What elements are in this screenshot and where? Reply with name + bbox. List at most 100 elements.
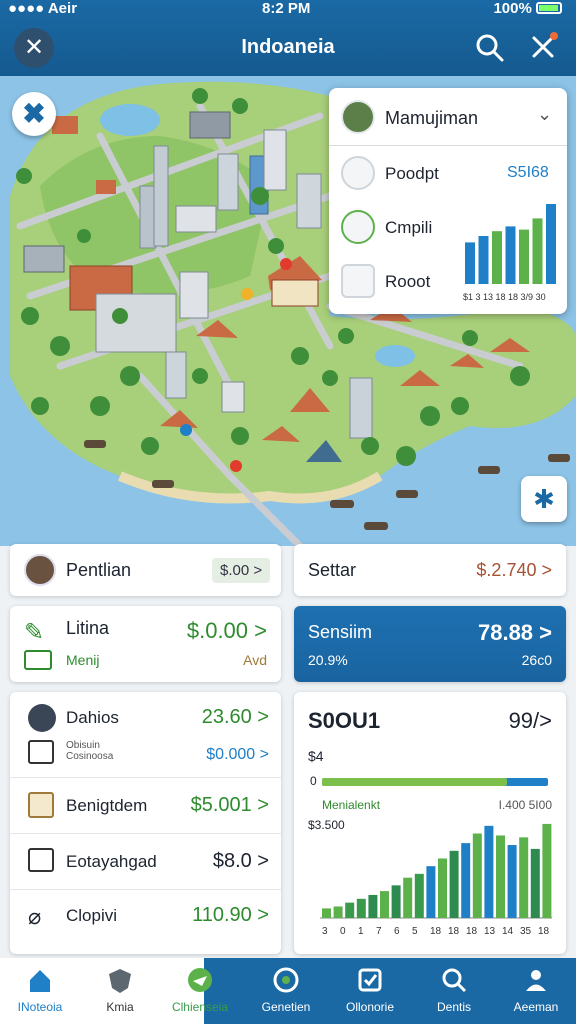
chart-tick-labels: $1 3 13 18 18 3/9 30 [463, 292, 546, 302]
card-sub: Menij [66, 652, 100, 668]
list-item[interactable]: Benigtdem $5.001 > [10, 778, 281, 834]
list-item-label: Dahios [66, 708, 119, 727]
tools-button[interactable] [528, 30, 560, 62]
card-label: Pentlian [66, 560, 132, 580]
battery-icon [536, 2, 562, 14]
chart-bar [546, 204, 556, 284]
overlay-row-label: Cmpili [385, 218, 433, 237]
chart-bar [472, 833, 482, 918]
chart-bar [391, 885, 401, 918]
overlay-row-label: Poodpt [385, 164, 439, 183]
nav-item-person[interactable]: Aeeman [496, 958, 576, 1024]
chart-line-right: I.400 5I00 [498, 798, 552, 812]
chart-bar [492, 231, 502, 284]
stats-chart-card: S0OU1 99/> $4 0 Menialenkt I.400 5I00 $3… [294, 692, 566, 954]
search-button[interactable] [474, 32, 506, 64]
status-bar: ●●●● Aeir 8:2 PM 100% [0, 0, 576, 18]
user-icon [341, 156, 375, 190]
overlay-row-root[interactable]: Rooot [341, 264, 481, 304]
bottom-nav: INoteoia Kmia Clhienseia Genetien Ollonorie D… [0, 958, 576, 1024]
chart-bar [414, 873, 424, 918]
card-value[interactable]: $.0.00 > [187, 618, 267, 644]
recenter-button[interactable]: ✱ [521, 476, 567, 522]
chart-bar [461, 843, 471, 918]
list-item-value[interactable]: $0.000 > [206, 746, 269, 764]
house-icon [341, 264, 375, 298]
chart-bar [380, 891, 389, 918]
location-overlay-card[interactable]: Mamujiman ⌄ Poodpt Cmpili Rooot S5I68 $1… [329, 88, 567, 314]
card-settar[interactable]: Settar $.2.740 > [294, 544, 566, 596]
shield-icon [109, 969, 131, 993]
card-sensiim[interactable]: Sensiim 20.9% 78.88 > 26c0 [294, 606, 566, 682]
chart-bar [484, 825, 494, 918]
nav-item-checkbox[interactable]: Ollonorie [330, 958, 410, 1024]
stats-bar-chart: 3 0 1 7 6 5 18 18 18 13 14 35 18 [320, 823, 552, 937]
list-item-value[interactable]: $5.001 > [191, 794, 269, 817]
list-item-value[interactable]: 110.90 > [192, 904, 269, 927]
overlay-row-product[interactable]: Poodpt [341, 156, 481, 196]
avatar [341, 100, 375, 134]
nav-item-label: Kmia [106, 1000, 134, 1014]
list-item-value[interactable]: 23.60 > [202, 706, 269, 729]
chart-bar [532, 218, 543, 284]
list-item[interactable]: ⌀ Clopivi 110.90 > [10, 890, 281, 946]
nav-item-label: Clhienseia [171, 1000, 229, 1014]
chevron-down-icon[interactable]: ⌄ [537, 104, 552, 125]
compass-button[interactable]: ✖ [12, 92, 56, 136]
chart-bar [530, 848, 540, 918]
chart-tick-label: 18 [538, 926, 550, 937]
overlay-header[interactable]: Mamujiman ⌄ [329, 88, 567, 146]
app-header: ●●●● Aeir 8:2 PM 100% ✕ Indoaneia [0, 0, 576, 76]
chart-bar [519, 837, 529, 918]
card-litina[interactable]: ✎ Litina Menij $.0.00 > Avd [10, 606, 281, 682]
chart-bar [426, 866, 436, 918]
chart-bar [322, 908, 331, 918]
chart-tick-label: 18 [466, 926, 478, 937]
card-icon [24, 650, 52, 670]
card-value[interactable]: 78.88 > [478, 620, 552, 646]
map-icon [28, 792, 54, 818]
nav-item-home[interactable]: INoteoia [0, 958, 80, 1024]
chart-bar [507, 845, 517, 918]
card-value-pill[interactable]: $.00 > [212, 558, 271, 583]
progress-track [322, 778, 548, 786]
nav-item-shield[interactable]: Kmia [80, 958, 160, 1024]
chart-tick-label: 35 [520, 926, 532, 937]
checkbox-icon [358, 968, 382, 992]
card-label: Litina [66, 618, 110, 638]
overlay-title: Mamujiman [385, 108, 479, 128]
card-value[interactable]: $.2.740 > [476, 560, 552, 581]
paperclip-icon: ⌀ [28, 904, 42, 929]
list-item[interactable]: Eotayahgad $8.0 > [10, 834, 281, 890]
search-icon [476, 34, 504, 62]
nav-item-label: Genetien [261, 1000, 311, 1014]
card-icon [28, 848, 54, 872]
chart-small-label: $4 [308, 748, 324, 764]
card-label: Sensiim [308, 622, 373, 642]
overlay-value: S5I68 [507, 164, 549, 181]
leaf-icon [341, 210, 375, 244]
chart-value[interactable]: 99/> [509, 708, 552, 734]
chart-bar [333, 906, 343, 918]
search-icon [442, 968, 467, 993]
card-sub: 20.9% [308, 652, 348, 668]
chart-tick-label: 3 [322, 926, 328, 937]
nav-item-target[interactable]: Genetien [246, 958, 326, 1024]
card-pentlian[interactable]: Pentlian $.00 > [10, 544, 281, 596]
nav-item-search[interactable]: Dentis [414, 958, 494, 1024]
compass-x-icon: ✖ [22, 98, 46, 129]
plane-icon [188, 968, 212, 992]
chart-bar [368, 894, 378, 918]
overlay-bar-chart: $1 3 13 18 18 3/9 30 [463, 204, 556, 302]
status-time: 8:2 PM [262, 0, 311, 17]
list-item-value[interactable]: $8.0 > [213, 850, 269, 873]
recenter-icon: ✱ [533, 484, 555, 514]
overlay-row-compile[interactable]: Cmpili [341, 210, 481, 250]
chart-bar [438, 858, 447, 918]
overlay-row-label: Rooot [385, 272, 431, 291]
list-item[interactable]: Dahios 23.60 > Obisuin Cosinoosa $0.000 … [10, 692, 281, 778]
nav-item-plane[interactable]: Clhienseia [160, 958, 240, 1024]
chart-bar [505, 226, 516, 284]
tools-icon [532, 32, 558, 58]
chart-bar [496, 835, 505, 918]
